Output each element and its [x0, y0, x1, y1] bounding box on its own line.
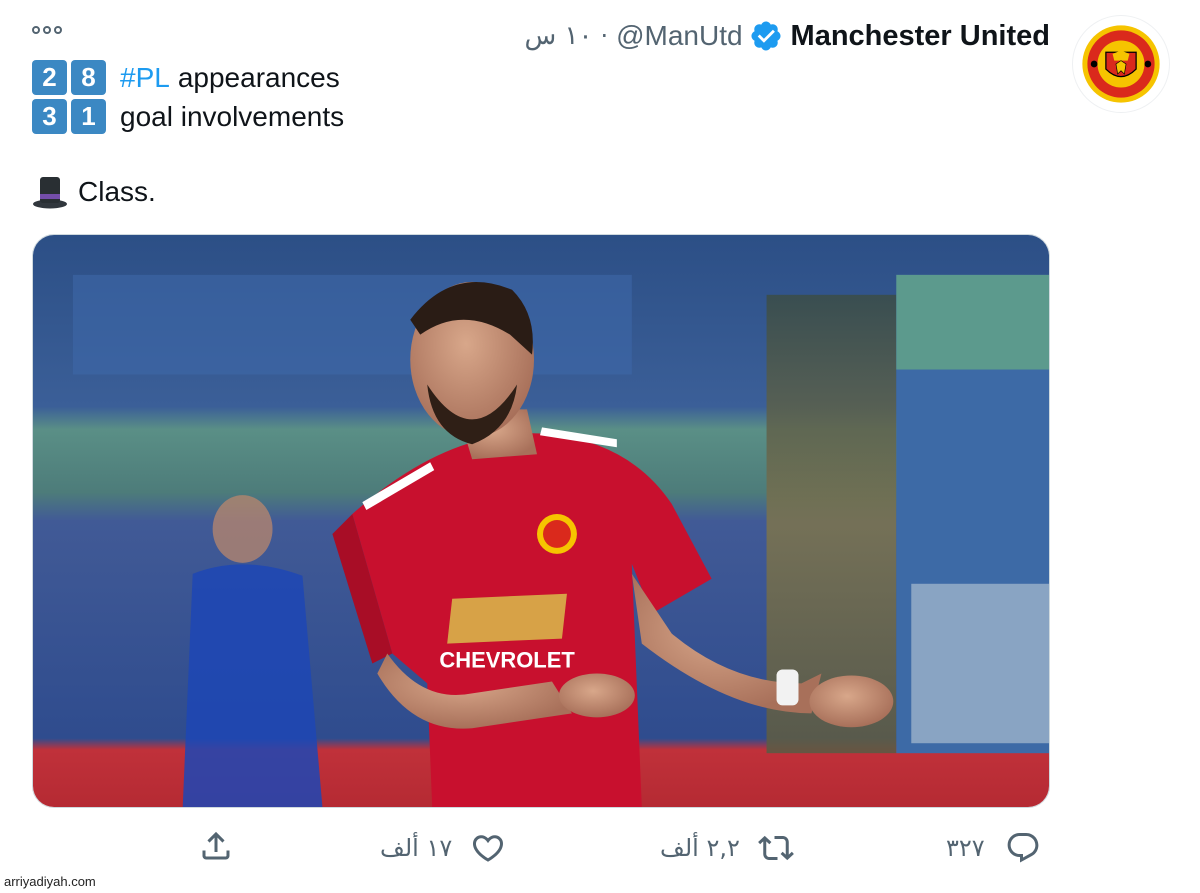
share-button[interactable] — [198, 828, 234, 864]
reply-icon — [1007, 833, 1039, 863]
tweet-card: ١٠ س · @ManUtd Manchester United 2 8 #PL… — [0, 0, 1200, 893]
keycap-digit: 2 — [32, 60, 67, 95]
keycap-number: 2 8 — [32, 60, 110, 95]
reply-button[interactable]: ٣٢٧ — [946, 830, 1041, 866]
retweet-button[interactable]: ٢,٢ ألف — [660, 830, 794, 866]
tweet-text: Class. — [78, 176, 156, 207]
jersey-sponsor-text: CHEVROLET — [439, 648, 575, 673]
tweet-stat-appearances: 2 8 #PL appearances — [32, 60, 340, 95]
avatar[interactable] — [1073, 16, 1169, 112]
tophat-icon — [33, 177, 67, 209]
tweet-header: ١٠ س · @ManUtd Manchester United — [524, 18, 1050, 54]
tweet-photo[interactable]: CHEVROLET — [32, 234, 1050, 808]
more-icon[interactable] — [32, 26, 62, 34]
like-count: ١٧ ألف — [380, 834, 453, 862]
tweet-stat-goal-involvements: 3 1 goal involvements — [32, 99, 344, 134]
reply-count: ٣٢٧ — [946, 834, 985, 862]
like-button[interactable]: ١٧ ألف — [380, 830, 506, 866]
share-icon — [202, 831, 230, 860]
keycap-digit: 1 — [71, 99, 106, 134]
keycap-digit: 3 — [32, 99, 67, 134]
retweet-icon — [757, 835, 794, 861]
stat-label: goal involvements — [120, 100, 345, 132]
watermark: arriyadiyah.com — [4, 874, 96, 889]
tweet-line-class: Class. — [32, 174, 156, 210]
retweet-count: ٢,٢ ألف — [660, 834, 740, 862]
stat-label: appearances — [177, 61, 340, 93]
player-photo: CHEVROLET — [33, 235, 1049, 807]
like-icon — [473, 835, 504, 862]
separator-dot: · — [600, 22, 609, 50]
tweet-timestamp[interactable]: ١٠ س — [524, 21, 592, 51]
verified-icon — [751, 21, 781, 51]
club-crest-icon — [1082, 25, 1160, 103]
keycap-digit: 8 — [71, 60, 106, 95]
account-name[interactable]: Manchester United — [791, 20, 1050, 53]
keycap-number: 3 1 — [32, 99, 110, 134]
hashtag-link[interactable]: #PL — [120, 62, 170, 94]
tweet-action-bar: ٣٢٧ ٢,٢ ألف ١٧ ألف — [0, 826, 1200, 872]
account-handle[interactable]: @ManUtd — [616, 20, 742, 52]
